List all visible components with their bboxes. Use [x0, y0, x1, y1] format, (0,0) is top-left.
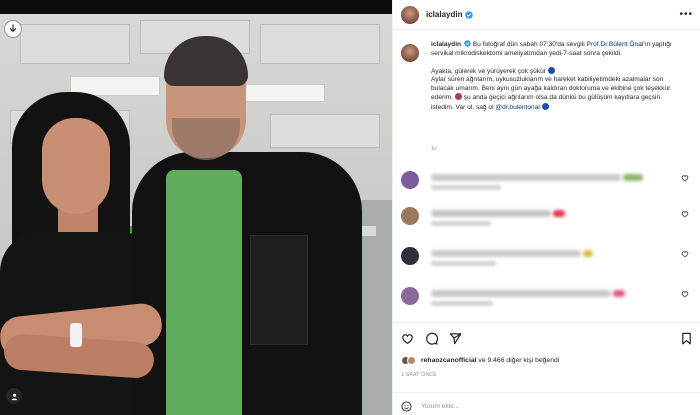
likes-summary[interactable]: rehaozcanofficial ve 9.466 diğer kişi be… — [401, 356, 559, 365]
caption-time: 1s — [431, 146, 437, 152]
comment-text-blurred — [431, 250, 581, 257]
tag-user-button[interactable] — [6, 388, 22, 404]
avatar[interactable] — [401, 171, 419, 189]
heart-icon[interactable] — [681, 290, 689, 298]
comment-text-blurred — [431, 290, 611, 297]
emoji-icon — [547, 66, 555, 74]
heart-icon[interactable] — [681, 210, 689, 218]
comment-meta-blurred — [431, 221, 491, 226]
comment-emoji-blurred — [613, 290, 625, 297]
download-icon — [9, 24, 17, 33]
tag-user-icon — [11, 393, 17, 400]
comment-meta-blurred — [431, 261, 496, 266]
posted-time: 1 SAAT ÖNCE — [401, 372, 437, 378]
likes-first-user[interactable]: rehaozcanofficial — [421, 357, 477, 364]
comment-emoji-blurred — [553, 210, 565, 217]
emoji-icon — [454, 93, 462, 100]
comment-text-blurred — [431, 174, 621, 181]
add-comment-bar — [393, 392, 700, 415]
heart-icon[interactable] — [401, 332, 414, 345]
avatar[interactable] — [401, 247, 419, 265]
watch — [70, 323, 82, 347]
comment-text-blurred — [431, 210, 551, 217]
caption-username[interactable]: iclalaydin — [431, 41, 461, 48]
caption-line-1: Bu fotoğraf dün sabah 07:30'da sevgili — [470, 41, 587, 48]
post-side-panel: iclalaydin ••• iclalaydin Bu fotoğraf dü… — [392, 0, 700, 415]
avatar[interactable] — [401, 207, 419, 225]
caption-mention-link[interactable]: @dr.bulentonal — [495, 104, 539, 111]
verified-icon — [464, 40, 471, 47]
caption-doctor-link[interactable]: Prof.Dr.Bülent Önal — [587, 41, 644, 48]
download-button[interactable] — [4, 20, 22, 38]
post-username[interactable]: iclalaydin — [426, 10, 462, 19]
post-photo[interactable] — [0, 0, 392, 415]
emoji-icon[interactable] — [401, 401, 412, 412]
woman-face — [42, 118, 110, 214]
list-item — [401, 244, 693, 268]
caption-text: iclalaydin Bu fotoğraf dün sabah 07:30'd… — [431, 40, 679, 112]
man-jacket-pocket — [250, 235, 308, 345]
comment-emoji-blurred — [623, 174, 643, 181]
comment-input[interactable] — [421, 399, 641, 413]
avatar[interactable] — [401, 5, 419, 24]
post-header: iclalaydin ••• — [393, 0, 700, 30]
likes-text: rehaozcanofficial ve 9.466 diğer kişi be… — [421, 357, 559, 364]
bookmark-icon[interactable] — [680, 332, 693, 345]
heart-icon[interactable] — [681, 250, 689, 258]
more-icon[interactable]: ••• — [679, 9, 693, 20]
verified-icon — [465, 10, 474, 19]
list-item — [401, 168, 693, 192]
man-scrub — [166, 170, 242, 415]
emoji-icon — [541, 102, 549, 110]
heart-icon[interactable] — [681, 174, 689, 182]
list-item — [401, 284, 693, 308]
likes-rest: ve 9.466 diğer kişi beğendi — [476, 357, 560, 364]
photo-top-bar — [0, 0, 392, 14]
list-item — [401, 204, 693, 228]
caption-line-3: Ayakta, gülerek ve yürüyerek çok şükür — [431, 67, 546, 75]
caption-avatar[interactable] — [401, 44, 419, 62]
action-bar — [393, 322, 700, 352]
avatar[interactable] — [401, 287, 419, 305]
comment-meta-blurred — [431, 301, 493, 306]
comment-meta-blurred — [431, 185, 501, 190]
comment-emoji-blurred — [583, 250, 593, 257]
avatar — [407, 356, 416, 365]
comment-icon[interactable] — [425, 332, 438, 345]
share-icon[interactable] — [449, 332, 462, 345]
